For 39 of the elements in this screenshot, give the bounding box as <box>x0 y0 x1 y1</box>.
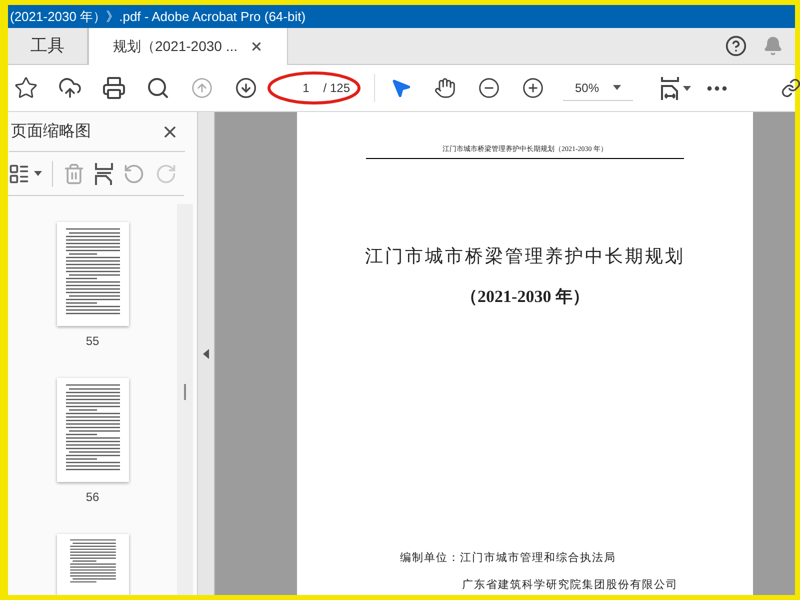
pointer-icon <box>390 77 412 99</box>
page-number-label: 56 <box>86 489 100 506</box>
scrollbar-thumb[interactable] <box>184 384 186 400</box>
link-icon[interactable] <box>781 78 800 98</box>
insert-page-icon[interactable] <box>95 162 113 184</box>
arrow-up-circle-icon <box>191 77 213 99</box>
compiler-line: 编制单位：江门市城市管理和综合执法局 <box>400 550 616 566</box>
document-subtitle: （2021-2030 年） <box>460 286 590 308</box>
caret-icon <box>683 86 691 90</box>
printer-icon <box>102 76 126 100</box>
fit-page-icon <box>661 76 679 100</box>
cloud-upload-icon <box>58 76 82 100</box>
page-thumbnail-drawing[interactable] <box>56 378 128 482</box>
panel-title: 页面缩略图 <box>11 122 91 142</box>
plus-circle-icon <box>522 77 544 99</box>
tab-label: 规划（2021-2030 ... <box>113 37 238 56</box>
collapse-arrow-icon[interactable] <box>203 348 209 358</box>
minus-circle-icon <box>478 77 500 99</box>
more-icon <box>707 86 727 90</box>
co-author-line: 广东省建筑科学研究院集团股份有限公司 <box>462 578 678 592</box>
page-number-field[interactable]: 1 <box>302 79 310 97</box>
help-icon[interactable] <box>725 35 747 57</box>
page-thumbnail-drawing[interactable] <box>56 534 128 595</box>
caret-icon <box>613 85 621 90</box>
search-icon <box>146 76 170 100</box>
options-dropdown[interactable] <box>8 162 42 184</box>
page-total: / 125 <box>323 80 350 97</box>
arrow-down-circle-icon <box>235 77 257 99</box>
document-title: 江门市城市桥梁管理养护中长期规划 <box>365 244 685 268</box>
close-icon[interactable] <box>250 40 263 53</box>
page-number-label: 55 <box>86 333 100 350</box>
caret-icon <box>34 171 42 176</box>
window-title: (2021-2030 年）》.pdf - Adobe Acrobat Pro (64-bit) <box>10 8 306 26</box>
page-thumbnail-drawing[interactable] <box>56 222 128 326</box>
hand-icon <box>434 77 456 99</box>
tab-label: 工具 <box>30 35 64 58</box>
star-icon <box>14 76 38 100</box>
document-tab[interactable]: 规划（2021-2030 ... <box>88 28 288 65</box>
zoom-dropdown[interactable]: 50% <box>563 75 633 101</box>
